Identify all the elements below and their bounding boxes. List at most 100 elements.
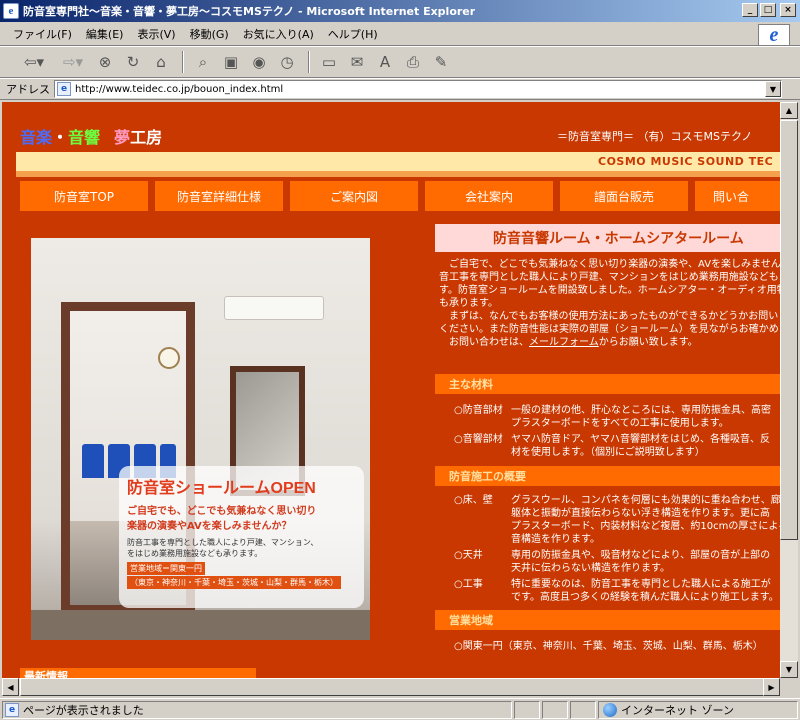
materials-heading: 主な材料 xyxy=(435,374,780,394)
scroll-up-button[interactable]: ▲ xyxy=(780,102,798,119)
address-field[interactable]: e ▼ xyxy=(54,80,782,98)
banner-text: ご自宅でも、どこでも気兼ねなく思い切り 楽器の演奏やAVを楽しみませんか？ xyxy=(127,506,317,532)
horizontal-scrollbar[interactable]: ◀ ▶ xyxy=(2,678,780,696)
history-button[interactable]: ◷ xyxy=(274,49,300,75)
scroll-left-button[interactable]: ◀ xyxy=(2,678,19,696)
favorites-button[interactable]: ▣ xyxy=(218,49,244,75)
main-title: 防音音響ルーム・ホームシアタールーム xyxy=(435,224,780,252)
edit-button[interactable]: ✎ xyxy=(428,49,454,75)
ie-page-icon: e xyxy=(3,3,19,19)
nav-music-stand[interactable]: 譜面台販売 xyxy=(560,181,688,211)
address-dropdown-button[interactable]: ▼ xyxy=(765,81,781,97)
mail-button[interactable]: ✉ xyxy=(344,49,370,75)
history-icon: ◷ xyxy=(280,53,294,71)
news-heading: 最新情報 xyxy=(20,668,256,678)
arrow-right-icon: ▶ xyxy=(768,682,775,692)
back-arrow-icon: ⇦▾ xyxy=(23,53,45,71)
printer-icon: ⎙ xyxy=(406,53,419,71)
status-main: e ページが表示されました xyxy=(2,700,512,719)
intro-text: ご自宅で、どこでも気兼ねなく思い切り楽器の演奏や、AVを楽しみません 音工事を専… xyxy=(439,259,780,348)
globe-icon xyxy=(603,702,617,717)
vertical-scrollbar[interactable]: ▲ ▼ xyxy=(780,102,798,678)
maximize-button[interactable]: □ xyxy=(760,3,776,17)
search-button[interactable]: ⌕ xyxy=(190,49,216,75)
menu-help[interactable]: ヘルプ(H) xyxy=(321,24,385,44)
arrow-down-icon: ▼ xyxy=(785,665,793,674)
page-icon: e xyxy=(57,82,71,96)
banner-title: 防音室ショールームOPEN xyxy=(127,480,316,497)
window-titlebar[interactable]: e 防音室専門社～音楽・音響・夢工房～コスモMSテクノ - Microsoft … xyxy=(0,0,800,22)
fullscreen-button[interactable]: ▭ xyxy=(316,49,342,75)
window-icon: ▭ xyxy=(321,53,337,71)
list-item: ○防音部材 一般の建材の他、肝心なところには、専用防振金具、高密 プラスターボード… xyxy=(454,405,771,429)
tagline: COSMO MUSIC SOUND TEC xyxy=(598,155,774,168)
scroll-down-button[interactable]: ▼ xyxy=(780,661,798,678)
home-icon: ⌂ xyxy=(156,53,166,71)
scroll-corner xyxy=(780,678,798,696)
minimize-button[interactable]: _ xyxy=(742,3,758,17)
mail-form-link[interactable]: メールフォーム xyxy=(529,337,599,348)
band-divider xyxy=(16,171,780,177)
ie-logo-icon: e xyxy=(758,24,790,46)
nav-specs[interactable]: 防音室詳細仕様 xyxy=(155,181,283,211)
showroom-banner: 防音室ショールームOPEN ご自宅でも、どこでも気兼ねなく思い切り 楽器の演奏や… xyxy=(119,466,364,608)
font-button[interactable]: A xyxy=(372,49,398,75)
refresh-icon: ↻ xyxy=(126,53,140,71)
page-viewport: 音楽・音響 夢工房 ＝防音室専門＝ （有）コスモMSテクノ COSMO MUSIC… xyxy=(2,102,780,678)
nav-map[interactable]: ご案内図 xyxy=(290,181,418,211)
construction-list: ○床、壁 グラスウール、コンパネを何層にも効果的に重ね合わせ、廊 躯体と振動が直接… xyxy=(454,494,780,607)
horizontal-scroll-thumb[interactable] xyxy=(20,678,765,696)
media-icon: ◉ xyxy=(252,53,266,71)
area-list: ○関東一円（東京、神奈川、千葉、埼玉、茨城、山梨、群馬、栃木） xyxy=(454,640,780,656)
search-icon: ⌕ xyxy=(198,53,208,71)
area-heading: 営業地域 xyxy=(435,610,780,630)
forward-button[interactable]: ⇨▾ xyxy=(56,49,90,75)
media-button[interactable]: ◉ xyxy=(246,49,272,75)
edit-icon: ✎ xyxy=(434,53,448,71)
tagline-band: COSMO MUSIC SOUND TEC xyxy=(16,152,780,171)
favorites-folder-icon: ▣ xyxy=(223,53,239,71)
zone-text: インターネット ゾーン xyxy=(621,703,734,717)
mail-icon: ✉ xyxy=(350,53,364,71)
page-done-icon: e xyxy=(5,702,19,717)
air-conditioner xyxy=(224,296,324,320)
menu-favorites[interactable]: お気に入り(A) xyxy=(236,24,321,44)
toolbar: ⇦▾ ⇨▾ ⊗ ↻ ⌂ ⌕ ▣ ◉ ◷ ▭ ✉ A ⎙ ✎ xyxy=(0,46,800,78)
arrow-left-icon: ◀ xyxy=(7,682,14,692)
materials-list: ○防音部材 一般の建材の他、肝心なところには、専用防振金具、高密 プラスターボード… xyxy=(454,404,780,462)
company-name: ＝防音室専門＝ （有）コスモMSテクノ xyxy=(557,130,753,143)
address-bar: アドレス e ▼ xyxy=(0,78,800,100)
nav-top[interactable]: 防音室TOP xyxy=(20,181,148,211)
status-text: ページが表示されました xyxy=(23,703,144,717)
vertical-scroll-thumb[interactable] xyxy=(780,120,798,540)
menu-bar: ファイル(F) 編集(E) 表示(V) 移動(G) お気に入り(A) ヘルプ(H… xyxy=(0,22,800,46)
back-button[interactable]: ⇦▾ xyxy=(14,49,54,75)
nav-contact[interactable]: 問い合 xyxy=(695,181,780,211)
status-bar: e ページが表示されました インターネット ゾーン xyxy=(0,698,800,720)
banner-area-list: （東京・神奈川・千葉・埼玉・茨城・山梨・群馬・栃木） xyxy=(127,576,341,589)
refresh-button[interactable]: ↻ xyxy=(120,49,146,75)
nav-company[interactable]: 会社案内 xyxy=(425,181,553,211)
menu-file[interactable]: ファイル(F) xyxy=(6,24,79,44)
list-item: ○音響部材 ヤマハ防音ドア、ヤマハ音響部材をはじめ、各種吸音、反 材を使用します。… xyxy=(454,434,770,458)
close-button[interactable]: × xyxy=(780,3,796,17)
wall-clock xyxy=(158,347,180,369)
menu-edit[interactable]: 編集(E) xyxy=(79,24,131,44)
url-input[interactable] xyxy=(75,83,735,95)
security-zone: インターネット ゾーン xyxy=(598,700,798,719)
showroom-photo: 防音室ショールームOPEN ご自宅でも、どこでも気兼ねなく思い切り 楽器の演奏や… xyxy=(31,238,370,640)
list-item: ○天井 専用の防振金具や、吸音材などにより、部屋の音が上部の 天井に伝わらない構造… xyxy=(454,550,771,574)
arrow-up-icon: ▲ xyxy=(785,106,793,115)
banner-subtext: 防音工事を専門とした職人により戸建、マンション、 をはじめ業務用施設なども承りま… xyxy=(127,538,319,558)
site-logo[interactable]: 音楽・音響 夢工房 xyxy=(20,124,162,148)
scroll-right-button[interactable]: ▶ xyxy=(763,678,780,696)
stop-icon: ⊗ xyxy=(98,53,112,71)
home-button[interactable]: ⌂ xyxy=(148,49,174,75)
main-nav: 防音室TOP 防音室詳細仕様 ご案内図 会社案内 譜面台販売 問い合 xyxy=(20,181,780,213)
menu-view[interactable]: 表示(V) xyxy=(130,24,182,44)
site-header: 音楽・音響 夢工房 ＝防音室専門＝ （有）コスモMSテクノ xyxy=(2,102,780,150)
chevron-down-icon: ▼ xyxy=(769,84,777,94)
print-button[interactable]: ⎙ xyxy=(400,49,426,75)
menu-go[interactable]: 移動(G) xyxy=(183,24,236,44)
stop-button[interactable]: ⊗ xyxy=(92,49,118,75)
